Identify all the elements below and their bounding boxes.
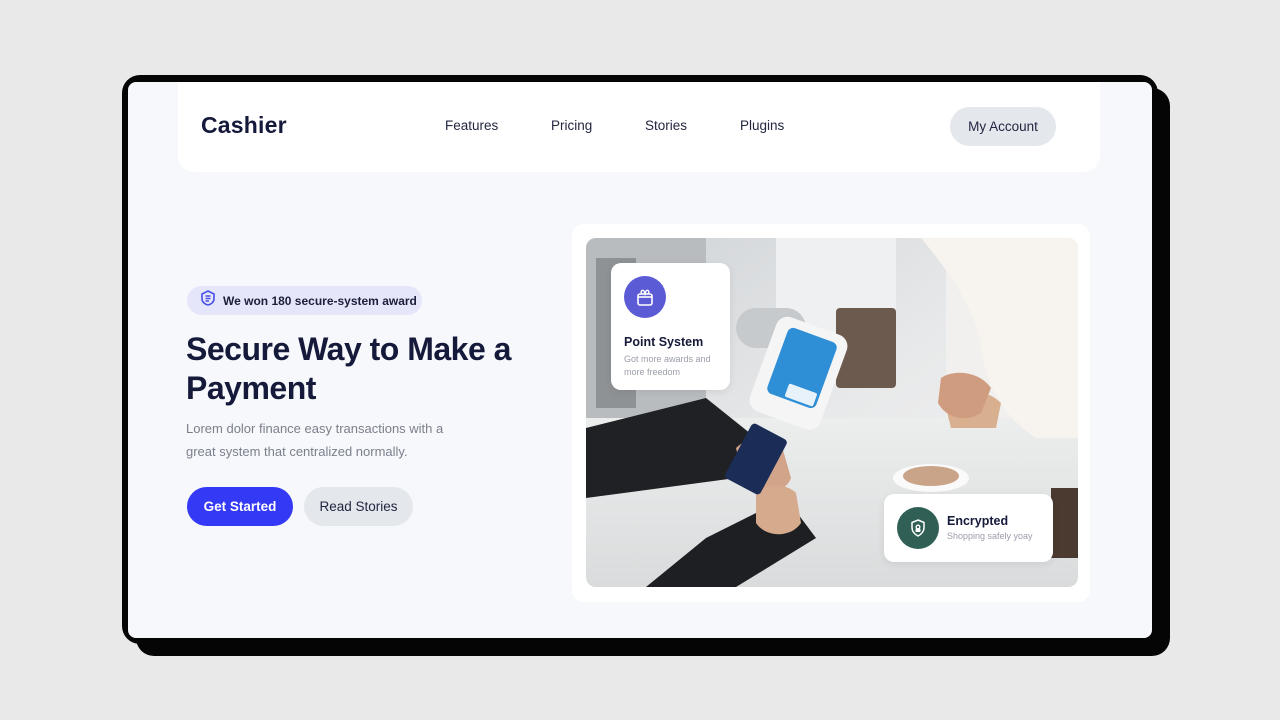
hero-description: Lorem dolor finance easy transactions wi…: [186, 421, 444, 459]
gift-icon: [624, 276, 666, 318]
point-system-subtitle: Got more awards and more freedom: [624, 354, 711, 377]
shield-lock-icon: [897, 507, 939, 549]
get-started-button[interactable]: Get Started: [187, 487, 293, 526]
encrypted-title: Encrypted: [947, 514, 1009, 528]
award-badge: We won 180 secure-system award: [187, 286, 422, 315]
nav-link-pricing[interactable]: Pricing: [551, 118, 592, 133]
nav-link-plugins[interactable]: Plugins: [740, 118, 784, 133]
award-badge-text: We won 180 secure-system award: [223, 293, 417, 308]
point-system-card: Point System Got more awards and more fr…: [611, 263, 730, 390]
my-account-button[interactable]: My Account: [950, 107, 1056, 146]
nav-link-stories[interactable]: Stories: [645, 118, 687, 133]
nav-link-features[interactable]: Features: [445, 118, 498, 133]
encrypted-card: Encrypted Shopping safely yoay: [884, 494, 1053, 562]
brand-logo[interactable]: Cashier: [201, 112, 287, 139]
hero-title: Secure Way to Make a Payment: [186, 331, 511, 406]
encrypted-subtitle: Shopping safely yoay: [947, 531, 1033, 541]
landing-page: Cashier Features Pricing Stories Plugins…: [128, 82, 1152, 638]
award-icon: [200, 290, 216, 311]
point-system-title: Point System: [624, 335, 704, 349]
read-stories-button[interactable]: Read Stories: [304, 487, 413, 526]
navbar: Cashier Features Pricing Stories Plugins…: [178, 82, 1100, 172]
